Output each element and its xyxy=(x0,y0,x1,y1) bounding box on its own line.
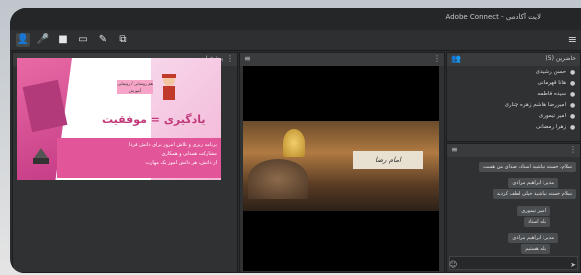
user-icon: ● xyxy=(570,124,576,131)
emoji-icon[interactable]: ☺ xyxy=(449,260,457,269)
attendee-name[interactable]: هانا قهرمانی xyxy=(538,80,566,86)
attendees-icon[interactable]: 👤 xyxy=(16,33,30,47)
microphone-icon[interactable]: 🎤 xyxy=(36,33,50,47)
user-icon: ● xyxy=(570,80,576,87)
chat-pod-header: ≡ ⋮ xyxy=(447,144,580,157)
attendee-name[interactable]: زهرا رمضانی xyxy=(536,124,566,130)
share-screen-icon[interactable]: ▭ xyxy=(76,33,90,47)
video-golden-dome xyxy=(283,129,305,157)
slide-logo-icon xyxy=(33,148,49,164)
chat-message: سلام، خسته نباشید استاد، صدای من هست xyxy=(478,162,576,172)
chat-message: مدیر: ابراهیم مرادی xyxy=(508,233,558,243)
video-dome-shadow xyxy=(248,159,308,199)
chat-input[interactable] xyxy=(449,256,578,270)
send-icon[interactable]: ➤ xyxy=(570,261,576,269)
draw-icon[interactable]: ✎ xyxy=(96,33,110,47)
layout-icon[interactable]: ⧉ xyxy=(116,33,130,47)
slide-heading: یادگیری = موفقیت xyxy=(102,113,206,126)
attendee-name[interactable]: امیررضا هاشم زهره چناری xyxy=(505,102,566,108)
chat-pod: ≡ ⋮ سلام، خسته نباشید استاد، صدای من هست… xyxy=(446,143,581,273)
chat-message: بله استاد xyxy=(523,217,550,227)
slide-ribbon: هم رونمایی / رونمایی آموزش xyxy=(117,80,153,94)
window-title: Adobe Connect - لایت آکادمی xyxy=(445,13,541,21)
camera-icon[interactable]: ■ xyxy=(56,33,70,47)
share-pod-options-icon[interactable]: ⋮ xyxy=(226,54,234,63)
chat-menu-icon[interactable]: ≡ xyxy=(451,145,458,154)
slide-line-3: از دانش، هر دانش آموز یک مهارت xyxy=(145,160,217,166)
attendees-pod-title: (5) حاضرین xyxy=(545,55,576,62)
attendee-name[interactable]: حسن رشیدی xyxy=(536,69,566,75)
attendee-name[interactable]: امیر تیموری xyxy=(539,113,566,119)
attendees-group-icon[interactable]: 👥 xyxy=(451,54,461,63)
attendee-name[interactable]: سیده فاطمه xyxy=(537,91,566,97)
slide-line-1: برنامه ریزی و تلاش امروز برای دانش فردا xyxy=(128,142,217,148)
user-icon: ● xyxy=(570,91,576,98)
video-frame: امام رضا xyxy=(243,121,439,211)
video-pod-options-icon[interactable]: ⋮ xyxy=(433,54,441,63)
chat-message: بله هستیم xyxy=(521,244,550,254)
user-icon: ● xyxy=(570,113,576,120)
chat-message: مدیر: ابراهیم مرادی xyxy=(508,178,558,188)
video-caption: امام رضا xyxy=(353,151,423,169)
user-icon: ● xyxy=(570,102,576,109)
app-window: Adobe Connect - لایت آکادمی 👤 🎤 ■ ▭ ✎ ⧉ … xyxy=(10,8,581,273)
menu-icon[interactable]: ≡ xyxy=(568,33,577,46)
chat-options-icon[interactable]: ⋮ xyxy=(569,145,577,154)
shared-slide: هم رونمایی / رونمایی آموزش یادگیری = موف… xyxy=(17,58,221,180)
main-toolbar: 👤 🎤 ■ ▭ ✎ ⧉ ≡ xyxy=(10,30,581,51)
user-icon: ● xyxy=(570,69,576,76)
video-stream: امام رضا xyxy=(243,66,439,271)
chat-message: امیر تیموری xyxy=(517,206,550,216)
slide-line-2: مشارکت همدلی و همکاری xyxy=(161,151,217,157)
chat-message: سلام خسته نباشید خیلی لطف کردید xyxy=(492,189,576,199)
attendees-pod: (5) حاضرین 👥 حسن رشیدی ● هانا قهرمانی ● … xyxy=(446,52,581,142)
video-pod-menu-icon[interactable]: ≡ xyxy=(244,54,251,63)
attendees-pod-header: (5) حاضرین 👥 xyxy=(447,53,580,66)
slide-student-figure xyxy=(162,74,176,100)
title-bar: Adobe Connect - لایت آکادمی xyxy=(10,8,581,30)
video-pod-header: ≡ ⋮ xyxy=(240,53,444,66)
